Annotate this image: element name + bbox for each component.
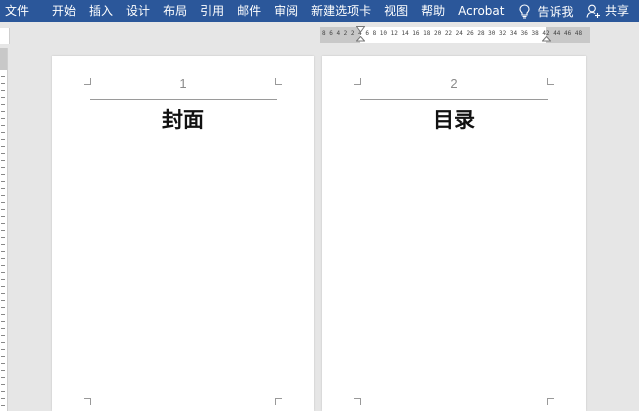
- ruler-tick: [1, 230, 5, 231]
- page-heading[interactable]: 目录: [322, 104, 586, 134]
- ruler-tick: [1, 90, 5, 91]
- ruler-tick: [1, 356, 5, 357]
- share-label: 共享: [604, 4, 629, 18]
- person-add-icon: [586, 4, 600, 18]
- ruler-tick: [1, 97, 5, 98]
- share-button[interactable]: 共享: [586, 0, 629, 22]
- ruler-tick: [1, 237, 5, 238]
- ruler-tick: [1, 202, 5, 203]
- ruler-tick: [1, 195, 5, 196]
- ruler-corner-tab[interactable]: [0, 28, 10, 44]
- header-rule: [90, 99, 277, 100]
- vertical-ruler-margin: [0, 48, 7, 70]
- header-page-number: 2: [450, 76, 458, 91]
- ruler-tick: [1, 139, 5, 140]
- menu-review[interactable]: 审阅: [274, 0, 298, 22]
- lightbulb-icon: [519, 3, 531, 18]
- page-heading[interactable]: 封面: [52, 104, 314, 134]
- ruler-tick: [1, 209, 5, 210]
- ruler-tick: [1, 391, 5, 392]
- ruler-tick: [1, 293, 5, 294]
- ruler-tick: [1, 370, 5, 371]
- hanging-indent-marker[interactable]: [356, 36, 365, 43]
- ruler-tick: [1, 146, 5, 147]
- ruler-tick: [1, 160, 5, 161]
- ruler-tick: [1, 314, 5, 315]
- ruler-tick: [1, 188, 5, 189]
- ruler-tick: [1, 342, 5, 343]
- ruler-tick: [1, 118, 5, 119]
- crop-mark: [354, 398, 361, 405]
- tell-me-search[interactable]: 告诉我: [519, 3, 573, 20]
- vertical-ruler[interactable]: [0, 48, 8, 411]
- ruler-tick: [1, 384, 5, 385]
- ruler-tick: [1, 328, 5, 329]
- ruler-tick: [1, 405, 5, 406]
- header-rule: [360, 99, 548, 100]
- crop-mark: [275, 398, 282, 405]
- ruler-tick: [1, 258, 5, 259]
- ruler-tick: [1, 153, 5, 154]
- crop-mark: [84, 398, 91, 405]
- ruler-tick: [1, 223, 5, 224]
- menu-home[interactable]: 开始: [52, 0, 76, 22]
- ruler-tick: [1, 349, 5, 350]
- ruler-tick: [1, 363, 5, 364]
- ruler-tick: [1, 83, 5, 84]
- ruler-tick: [1, 377, 5, 378]
- menu-layout[interactable]: 布局: [163, 0, 187, 22]
- menu-mailings[interactable]: 邮件: [237, 0, 261, 22]
- page-1[interactable]: 1 封面: [52, 56, 314, 411]
- menu-references[interactable]: 引用: [200, 0, 224, 22]
- ruler-tick: [1, 167, 5, 168]
- ruler-tick: [1, 104, 5, 105]
- ruler-tick: [1, 300, 5, 301]
- ruler-tick: [1, 335, 5, 336]
- page-2[interactable]: 2 目录: [322, 56, 586, 411]
- menu-file[interactable]: 文件: [5, 0, 29, 22]
- ribbon-menu-bar: 文件 开始 插入 设计 布局 引用 邮件 审阅 新建选项卡 视图 帮助 Acro…: [0, 0, 639, 22]
- menu-view[interactable]: 视图: [384, 0, 408, 22]
- menu-new-tab[interactable]: 新建选项卡: [311, 0, 371, 22]
- ruler-tick: [1, 181, 5, 182]
- ruler-tick: [1, 286, 5, 287]
- ruler-tick: [1, 76, 5, 77]
- first-line-indent-marker[interactable]: [356, 26, 365, 33]
- tell-me-label: 告诉我: [537, 4, 574, 19]
- ruler-tick: [1, 272, 5, 273]
- crop-mark: [547, 398, 554, 405]
- ruler-tick: [1, 111, 5, 112]
- ruler-tick: [1, 279, 5, 280]
- ruler-tick: [1, 251, 5, 252]
- right-indent-marker[interactable]: [542, 36, 551, 43]
- menu-insert[interactable]: 插入: [89, 0, 113, 22]
- ruler-tick: [1, 321, 5, 322]
- ruler-tick: [1, 174, 5, 175]
- horizontal-ruler[interactable]: 8 6 4 2 2 4 6 8 10 12 14 16 18 20 22 24 …: [320, 26, 590, 43]
- header-page-number: 1: [179, 76, 187, 91]
- menu-help[interactable]: 帮助: [421, 0, 445, 22]
- ruler-tick: [1, 307, 5, 308]
- ruler-tick: [1, 125, 5, 126]
- menu-acrobat[interactable]: Acrobat: [458, 0, 504, 22]
- ruler-tick: [1, 244, 5, 245]
- ruler-tick: [1, 216, 5, 217]
- ruler-tick: [1, 265, 5, 266]
- ruler-tick: [1, 132, 5, 133]
- menu-design[interactable]: 设计: [126, 0, 150, 22]
- ruler-tick: [1, 398, 5, 399]
